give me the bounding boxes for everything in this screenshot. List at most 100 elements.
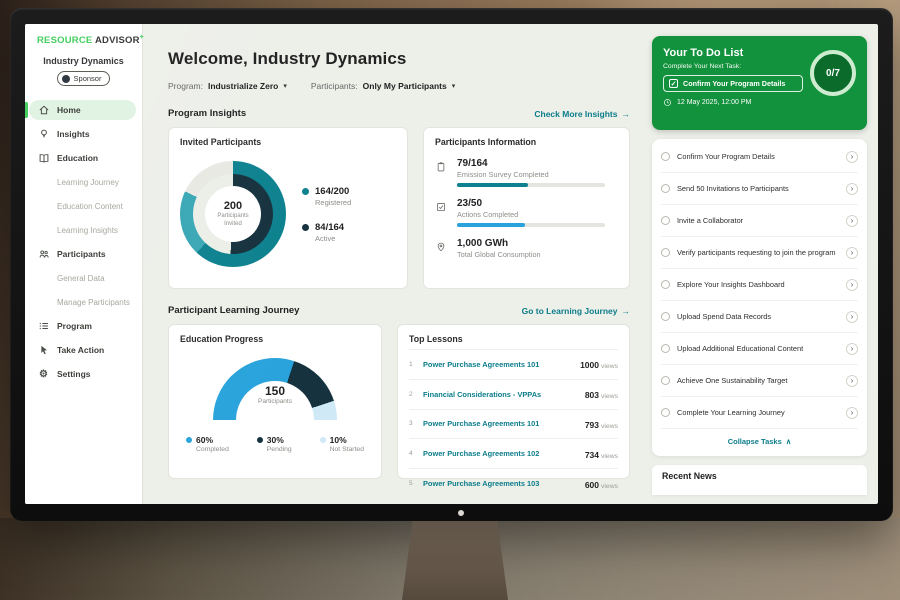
sidebar-item-take-action[interactable]: Take Action xyxy=(25,338,142,362)
chevron-right-icon[interactable]: › xyxy=(846,375,858,387)
todo-progress-ring: 0/7 xyxy=(810,50,856,96)
task-checkbox[interactable] xyxy=(661,408,670,417)
sidebar-item-learning-journey[interactable]: Learning Journey xyxy=(25,170,142,194)
sidebar-item-participants[interactable]: Participants xyxy=(25,242,142,266)
sidebar-item-label: Education xyxy=(57,153,98,163)
gear-icon: ⚙ xyxy=(37,368,50,381)
sidebar-nav: Home Insights Education Learning Journey… xyxy=(25,98,142,386)
task-row[interactable]: Confirm Your Program Details › xyxy=(661,141,858,173)
card-title: Invited Participants xyxy=(180,137,396,147)
sidebar-item-program[interactable]: Program xyxy=(25,314,142,338)
chevron-right-icon[interactable]: › xyxy=(846,247,858,259)
lesson-title-link[interactable]: Power Purchase Agreements 102 xyxy=(423,449,578,458)
task-checkbox[interactable] xyxy=(661,184,670,193)
lesson-title-link[interactable]: Power Purchase Agreements 101 xyxy=(423,360,573,369)
task-row[interactable]: Invite a Collaborator › xyxy=(661,205,858,237)
lesson-title-link[interactable]: Power Purchase Agreements 101 xyxy=(423,419,578,428)
home-icon xyxy=(37,104,50,117)
brand-logo: RESOURCE ADVISOR+ xyxy=(25,34,142,46)
check-more-insights-link[interactable]: Check More Insights → xyxy=(534,109,630,119)
stat-value: 23/50 xyxy=(457,198,605,209)
sidebar-item-label: Insights xyxy=(57,129,90,139)
app-window: RESOURCE ADVISOR+ Industry Dynamics Spon… xyxy=(25,24,878,504)
chevron-right-icon[interactable]: › xyxy=(846,407,858,419)
task-row[interactable]: Explore Your Insights Dashboard › xyxy=(661,269,858,301)
next-task-button[interactable]: ✓ Confirm Your Program Details xyxy=(663,75,803,92)
lesson-title-link[interactable]: Power Purchase Agreements 103 xyxy=(423,479,578,488)
sidebar-item-learning-insights[interactable]: Learning Insights xyxy=(25,218,142,242)
views-label: views xyxy=(601,363,618,370)
sponsor-badge[interactable]: Sponsor xyxy=(57,71,111,86)
task-row[interactable]: Send 50 Invitations to Participants › xyxy=(661,173,858,205)
todo-summary-card: Your To Do List Complete Your Next Task:… xyxy=(652,36,867,130)
lesson-title-link[interactable]: Financial Considerations - VPPAs xyxy=(423,390,578,399)
task-checkbox[interactable] xyxy=(661,280,670,289)
arrow-right-icon: → xyxy=(622,306,631,316)
participants-dropdown[interactable]: Participants: Only My Participants ▾ xyxy=(311,81,455,91)
task-row[interactable]: Achieve One Sustainability Target › xyxy=(661,365,858,397)
sidebar-item-education-content[interactable]: Education Content xyxy=(25,194,142,218)
sidebar-item-insights[interactable]: Insights xyxy=(25,122,142,146)
sidebar-item-label: Take Action xyxy=(57,345,104,355)
chevron-right-icon[interactable]: › xyxy=(846,311,858,323)
link-label: Go to Learning Journey xyxy=(522,306,618,316)
program-value: Industrialize Zero xyxy=(208,81,278,91)
legend-label: Not Started xyxy=(330,446,364,453)
gauge-center: 150 Participants xyxy=(213,385,337,405)
actions-progress-bar xyxy=(457,223,605,227)
sidebar-item-home[interactable]: Home xyxy=(25,98,142,122)
legend-label: Completed xyxy=(196,446,229,453)
chevron-right-icon[interactable]: › xyxy=(846,343,858,355)
arrow-right-icon: → xyxy=(622,109,631,119)
go-to-learning-journey-link[interactable]: Go to Learning Journey → xyxy=(522,306,630,316)
legend-value: 30% xyxy=(267,435,284,445)
sidebar-item-settings[interactable]: ⚙ Settings xyxy=(25,362,142,386)
legend-item-registered: 164/200 Registered xyxy=(302,186,351,207)
program-dropdown[interactable]: Program: Industrialize Zero ▾ xyxy=(168,81,287,91)
task-checkbox[interactable] xyxy=(661,376,670,385)
sidebar-item-general-data[interactable]: General Data xyxy=(25,266,142,290)
legend-item-active: 84/164 Active xyxy=(302,222,351,243)
participants-icon xyxy=(37,248,50,261)
legend-item-completed: 60% Completed xyxy=(186,435,229,453)
task-row[interactable]: Upload Spend Data Records › xyxy=(661,301,858,333)
task-label: Send 50 Invitations to Participants xyxy=(677,184,839,194)
task-checkbox[interactable] xyxy=(661,344,670,353)
sidebar-item-label: Participants xyxy=(57,249,106,259)
collapse-tasks-link[interactable]: Collapse Tasks ∧ xyxy=(661,429,858,454)
stat-label: Emission Survey Completed xyxy=(457,170,605,179)
sidebar-item-label: Learning Insights xyxy=(57,226,118,235)
chevron-right-icon[interactable]: › xyxy=(846,151,858,163)
sidebar-item-manage-participants[interactable]: Manage Participants xyxy=(25,290,142,314)
due-date: 12 May 2025, 12:00 PM xyxy=(663,98,856,107)
card-title: Education Progress xyxy=(180,334,370,344)
sidebar-item-education[interactable]: Education xyxy=(25,146,142,170)
legend-item-pending: 30% Pending xyxy=(257,435,292,453)
task-checkbox[interactable] xyxy=(661,312,670,321)
education-progress-card: Education Progress 150 Participants 60% … xyxy=(168,324,382,479)
monitor-bezel: RESOURCE ADVISOR+ Industry Dynamics Spon… xyxy=(10,8,893,521)
lesson-views: 600 xyxy=(585,480,599,490)
task-row[interactable]: Verify participants requesting to join t… xyxy=(661,237,858,269)
task-label: Invite a Collaborator xyxy=(677,216,839,226)
task-checkbox[interactable] xyxy=(661,152,670,161)
stat-value: 79/164 xyxy=(457,158,605,169)
recent-news-title: Recent News xyxy=(662,471,717,481)
lesson-row: 4 Power Purchase Agreements 102 734views xyxy=(409,439,618,469)
chevron-right-icon[interactable]: › xyxy=(846,279,858,291)
top-lessons-card: Top Lessons 1 Power Purchase Agreements … xyxy=(397,324,630,479)
task-row[interactable]: Complete Your Learning Journey › xyxy=(661,397,858,429)
task-row[interactable]: Upload Additional Educational Content › xyxy=(661,333,858,365)
chevron-right-icon[interactable]: › xyxy=(846,183,858,195)
task-checkbox[interactable] xyxy=(661,216,670,225)
gauge-center-label: Participants xyxy=(213,398,337,405)
sidebar-item-label: Settings xyxy=(57,369,91,379)
legend-label: Pending xyxy=(267,446,292,453)
clock-icon xyxy=(663,98,672,107)
brand-primary: RESOURCE xyxy=(37,35,92,46)
chevron-right-icon[interactable]: › xyxy=(846,215,858,227)
task-checkbox[interactable] xyxy=(661,248,670,257)
legend-value: 164/200 xyxy=(315,186,351,197)
lesson-row: 2 Financial Considerations - VPPAs 803vi… xyxy=(409,380,618,410)
legend-label: Registered xyxy=(315,198,351,207)
